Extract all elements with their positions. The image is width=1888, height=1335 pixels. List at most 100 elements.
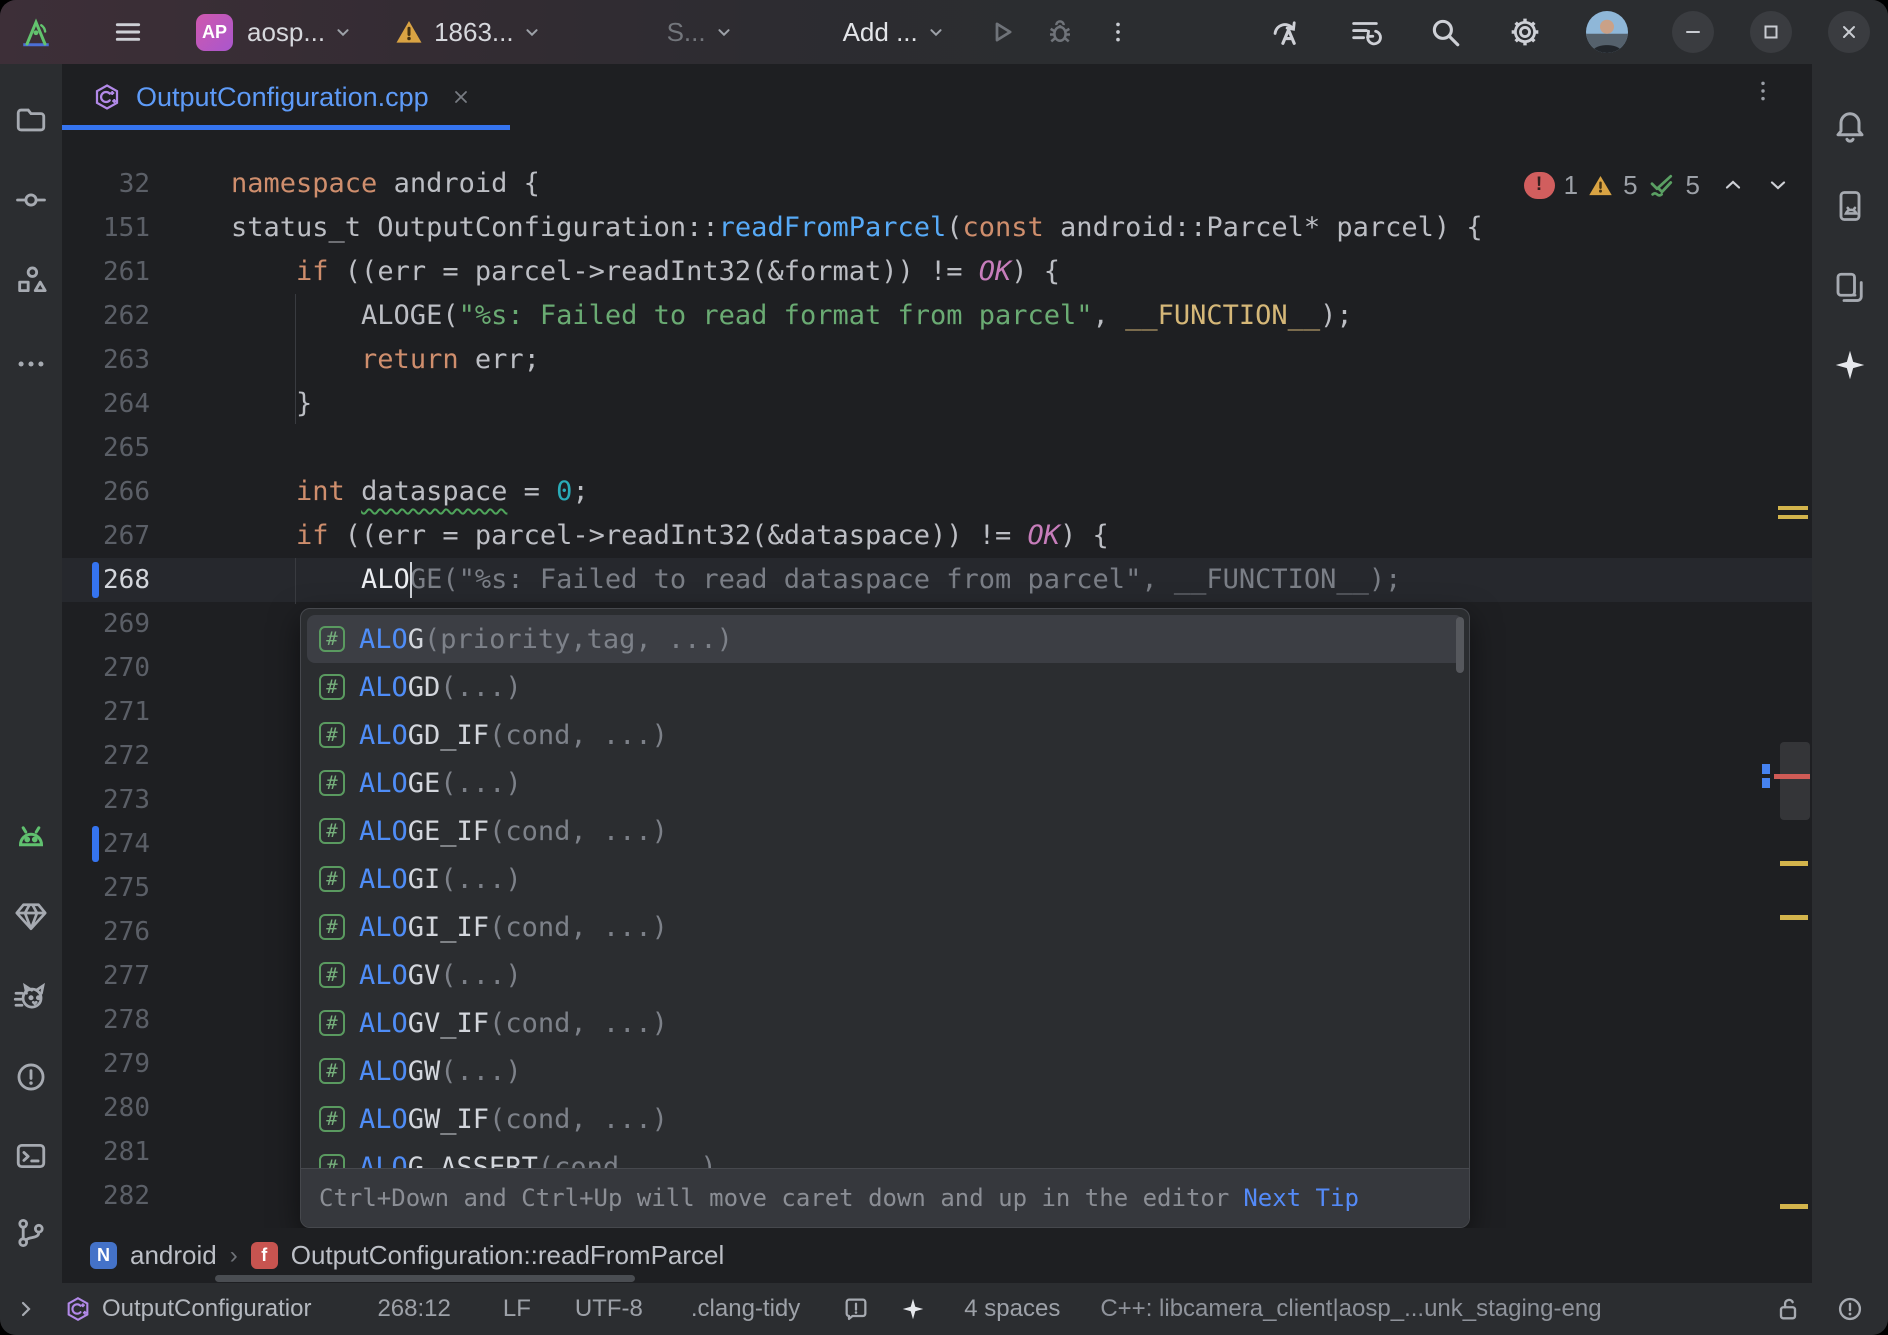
problems-icon[interactable]	[14, 1060, 48, 1094]
completion-item-ALOGE[interactable]: #ALOGE(...)	[307, 759, 1463, 807]
build-target[interactable]: C++: libcamera_client|aosp_...unk_stagin…	[1100, 1295, 1601, 1323]
code-text[interactable]	[150, 426, 231, 470]
completion-item-ALOGE_IF[interactable]: #ALOGE_IF(cond, ...)	[307, 807, 1463, 855]
main-menu-icon[interactable]	[112, 16, 144, 48]
code-line-267[interactable]: 267 if ((err = parcel->readInt32(&datasp…	[62, 514, 1812, 558]
code-text[interactable]	[150, 646, 231, 690]
line-number[interactable]: 271	[62, 690, 150, 734]
next-problem-chevron-icon[interactable]	[1766, 173, 1790, 197]
completion-item-ALOGD[interactable]: #ALOGD(...)	[307, 663, 1463, 711]
project-folder-icon[interactable]	[14, 103, 48, 137]
indent-setting[interactable]: 4 spaces	[964, 1295, 1060, 1323]
completion-item-ALOGV[interactable]: #ALOGV(...)	[307, 951, 1463, 999]
status-file-name[interactable]: OutputConfiguratior	[102, 1295, 311, 1323]
editor-scrollbar-thumb[interactable]	[1780, 742, 1810, 820]
line-number[interactable]: 264	[62, 382, 150, 426]
code-line-261[interactable]: 261 if ((err = parcel->readInt32(&format…	[62, 250, 1812, 294]
chevron-down-icon[interactable]	[332, 21, 354, 43]
line-number[interactable]: 275	[62, 866, 150, 910]
code-text[interactable]	[150, 998, 231, 1042]
line-ending[interactable]: LF	[503, 1295, 531, 1323]
line-number[interactable]: 273	[62, 778, 150, 822]
line-number[interactable]: 277	[62, 954, 150, 998]
code-text[interactable]	[150, 602, 231, 646]
search-icon[interactable]	[1428, 15, 1462, 49]
project-badge[interactable]: AP	[196, 14, 233, 51]
settings-gear-icon[interactable]	[1508, 15, 1542, 49]
user-avatar[interactable]	[1586, 11, 1628, 53]
project-name[interactable]: aosp...	[247, 17, 325, 48]
chevron-down-icon[interactable]	[713, 21, 735, 43]
completion-item-ALOGD_IF[interactable]: #ALOGD_IF(cond, ...)	[307, 711, 1463, 759]
line-number[interactable]: 266	[62, 470, 150, 514]
code-line-264[interactable]: 264 }	[62, 382, 1812, 426]
line-number[interactable]: 278	[62, 998, 150, 1042]
minimize-button[interactable]	[1672, 11, 1714, 53]
line-number[interactable]: 261	[62, 250, 150, 294]
recent-history-icon[interactable]	[1348, 15, 1382, 49]
code-text[interactable]	[150, 910, 231, 954]
next-tip-link[interactable]: Next Tip	[1243, 1184, 1359, 1212]
line-number[interactable]: 269	[62, 602, 150, 646]
terminal-icon[interactable]	[14, 1139, 48, 1173]
completion-item-ALOGV_IF[interactable]: #ALOGV_IF(cond, ...)	[307, 999, 1463, 1047]
app-quality-insights-gem-icon[interactable]	[13, 898, 49, 934]
unlock-icon[interactable]	[1774, 1295, 1802, 1323]
code-text[interactable]: }	[150, 382, 312, 426]
stripe-toggle-chevron-icon[interactable]	[14, 1297, 38, 1321]
logcat-android-icon[interactable]	[13, 820, 49, 856]
code-text[interactable]: status_t OutputConfiguration::readFromPa…	[150, 206, 1483, 250]
code-text[interactable]	[150, 866, 231, 910]
breadcrumb-member[interactable]: OutputConfiguration::readFromParcel	[291, 1240, 725, 1271]
line-number[interactable]: 267	[62, 514, 150, 558]
profiler-cat-icon[interactable]	[13, 979, 49, 1015]
line-number[interactable]: 272	[62, 734, 150, 778]
line-number[interactable]: 280	[62, 1086, 150, 1130]
code-line-266[interactable]: 266 int dataspace = 0;	[62, 470, 1812, 514]
file-encoding[interactable]: UTF-8	[575, 1295, 643, 1323]
horizontal-scrollbar-thumb[interactable]	[215, 1275, 635, 1282]
code-text[interactable]	[150, 734, 231, 778]
completion-item-ALOG[interactable]: #ALOG(priority,tag, ...)	[307, 615, 1463, 663]
tab-options-kebab-icon[interactable]	[1750, 78, 1776, 104]
notifications-bell-icon[interactable]	[1832, 107, 1868, 143]
breadcrumb-scope[interactable]: android	[130, 1240, 217, 1271]
inspection-widget-icon[interactable]	[842, 1295, 870, 1323]
vcs-warning-count[interactable]: 1863...	[434, 17, 514, 48]
code-line-151[interactable]: 151status_t OutputConfiguration::readFro…	[62, 206, 1812, 250]
line-number[interactable]: 268	[62, 558, 150, 602]
chevron-down-icon[interactable]	[521, 21, 543, 43]
code-line-262[interactable]: 262 ALOGE("%s: Failed to read format fro…	[62, 294, 1812, 338]
line-number[interactable]: 263	[62, 338, 150, 382]
code-text[interactable]: int dataspace = 0;	[150, 470, 589, 514]
line-number[interactable]: 279	[62, 1042, 150, 1086]
run-button[interactable]	[987, 17, 1017, 47]
code-text[interactable]: if ((err = parcel->readInt32(&format)) !…	[150, 250, 1060, 294]
code-text[interactable]	[150, 1130, 231, 1174]
inspections-widget[interactable]: ! 1 5 5	[1524, 166, 1790, 204]
code-text[interactable]: ALOGE("%s: Failed to read dataspace from…	[150, 558, 1401, 602]
code-text[interactable]	[150, 822, 231, 866]
debug-button[interactable]	[1045, 17, 1075, 47]
rename-refactor-icon[interactable]	[1268, 15, 1302, 49]
code-text[interactable]: namespace android {	[150, 162, 540, 206]
popup-scrollbar-thumb[interactable]	[1456, 617, 1464, 673]
completion-item-ALOGI_IF[interactable]: #ALOGI_IF(cond, ...)	[307, 903, 1463, 951]
code-text[interactable]	[150, 1042, 231, 1086]
more-toolwindows-icon[interactable]	[14, 347, 48, 381]
previous-problem-chevron-icon[interactable]	[1721, 173, 1745, 197]
gemini-sparkle-icon[interactable]	[1832, 347, 1868, 383]
more-actions-icon[interactable]	[1105, 19, 1131, 45]
code-text[interactable]	[150, 1086, 231, 1130]
chevron-down-icon[interactable]	[925, 21, 947, 43]
code-editor[interactable]: 32namespace android {151status_t OutputC…	[62, 130, 1812, 1228]
code-text[interactable]	[150, 1174, 231, 1218]
running-devices-icon[interactable]	[1832, 188, 1868, 224]
device-manager-windows-icon[interactable]	[1832, 269, 1868, 305]
line-number[interactable]: 32	[62, 162, 150, 206]
caret-position[interactable]: 268:12	[377, 1295, 450, 1323]
code-line-263[interactable]: 263 return err;	[62, 338, 1812, 382]
line-number[interactable]: 276	[62, 910, 150, 954]
completion-item-ALOGW_IF[interactable]: #ALOGW_IF(cond, ...)	[307, 1095, 1463, 1143]
completion-item-ALOG_ASSERT[interactable]: #ALOG_ASSERT(cond, ...)	[307, 1143, 1463, 1171]
